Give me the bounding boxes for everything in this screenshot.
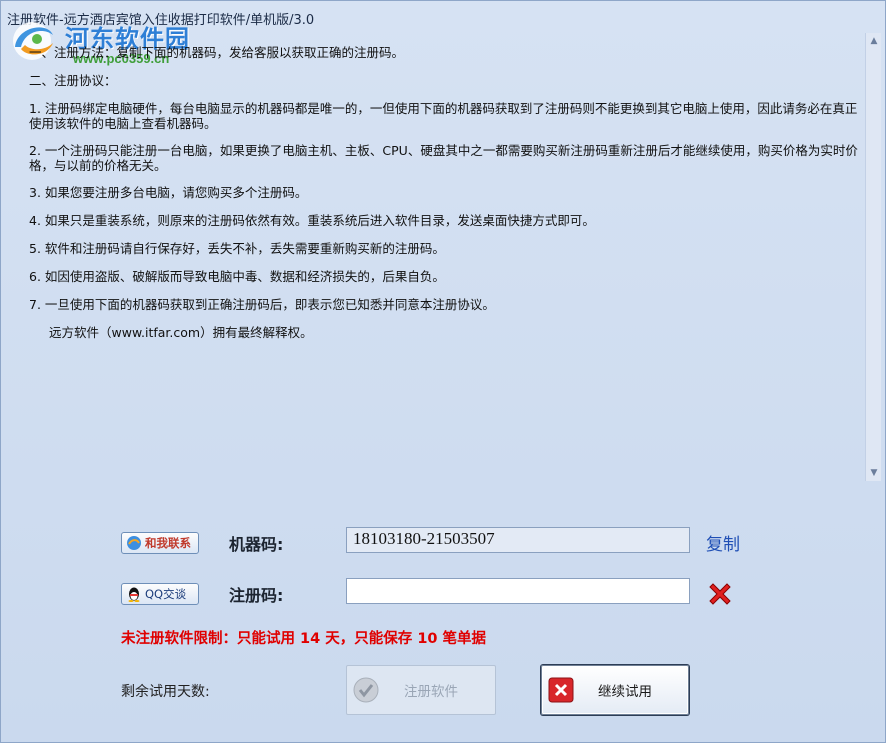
continue-trial-button[interactable]: 继续试用 — [541, 665, 689, 715]
contact-us-button[interactable]: 和我联系 — [121, 532, 199, 554]
agreement-text-panel: 一、注册方法：复制下面的机器码，发给客服以获取正确的注册码。 二、注册协议： 1… — [9, 35, 865, 481]
machine-code-label: 机器码: — [229, 535, 284, 554]
trial-limit-notice: 未注册软件限制：只能试用 14 天，只能保存 10 笔单据 — [121, 631, 487, 647]
agreement-paragraph: 一、注册方法：复制下面的机器码，发给客服以获取正确的注册码。 — [29, 45, 405, 60]
agreement-paragraph: 3. 如果您要注册多台电脑，请您购买多个注册码。 — [29, 185, 308, 200]
agreement-paragraph: 5. 软件和注册码请自行保存好，丢失不补，丢失需要重新购买新的注册码。 — [29, 241, 445, 256]
agreement-paragraph: 6. 如因使用盗版、破解版而导致电脑中毒、数据和经济损失的，后果自负。 — [29, 269, 445, 284]
scroll-up-arrow-icon[interactable]: ▲ — [866, 33, 882, 49]
reg-code-input[interactable] — [353, 580, 683, 602]
agreement-scrollbar[interactable]: ▲ ▼ — [865, 33, 881, 481]
reg-code-field[interactable] — [346, 578, 690, 604]
continue-trial-button-label: 继续试用 — [598, 684, 652, 700]
close-box-icon — [548, 677, 574, 703]
machine-code-field[interactable]: 18103180-21503507 — [346, 527, 690, 553]
agreement-paragraph: 4. 如果只是重装系统，则原来的注册码依然有效。重装系统后进入软件目录，发送桌面… — [29, 213, 595, 228]
contact-us-label: 和我联系 — [145, 536, 191, 550]
registration-window: 注册软件-远方酒店宾馆入住收据打印软件/单机版/3.0 河东软件园 www.pc… — [0, 0, 886, 743]
check-circle-icon — [353, 677, 379, 703]
scroll-down-arrow-icon[interactable]: ▼ — [866, 465, 882, 481]
agreement-paragraph: 2. 一个注册码只能注册一台电脑，如果更换了电脑主机、主板、CPU、硬盘其中之一… — [29, 143, 858, 173]
agreement-paragraph: 7. 一旦使用下面的机器码获取到正确注册码后，即表示您已知悉并同意本注册协议。 — [29, 297, 495, 312]
copy-machine-code-link[interactable]: 复制 — [706, 530, 740, 555]
register-button-label: 注册软件 — [404, 684, 458, 700]
remaining-days-label: 剩余试用天数: — [121, 684, 210, 700]
agreement-copyright: 远方软件（www.itfar.com）拥有最终解释权。 — [49, 325, 313, 340]
machine-code-value: 18103180-21503507 — [353, 529, 495, 548]
clear-reg-code-icon[interactable] — [705, 579, 735, 609]
reg-code-label: 注册码: — [229, 586, 284, 605]
qq-penguin-icon — [128, 587, 140, 602]
register-button[interactable]: 注册软件 — [346, 665, 496, 715]
qq-chat-button[interactable]: QQ交谈 — [121, 583, 199, 605]
qq-chat-label: QQ交谈 — [145, 587, 187, 601]
agreement-paragraph: 1. 注册码绑定电脑硬件，每台电脑显示的机器码都是唯一的，一但使用下面的机器码获… — [29, 101, 858, 131]
agreement-paragraph: 二、注册协议： — [29, 73, 117, 88]
contact-globe-icon — [127, 536, 141, 550]
